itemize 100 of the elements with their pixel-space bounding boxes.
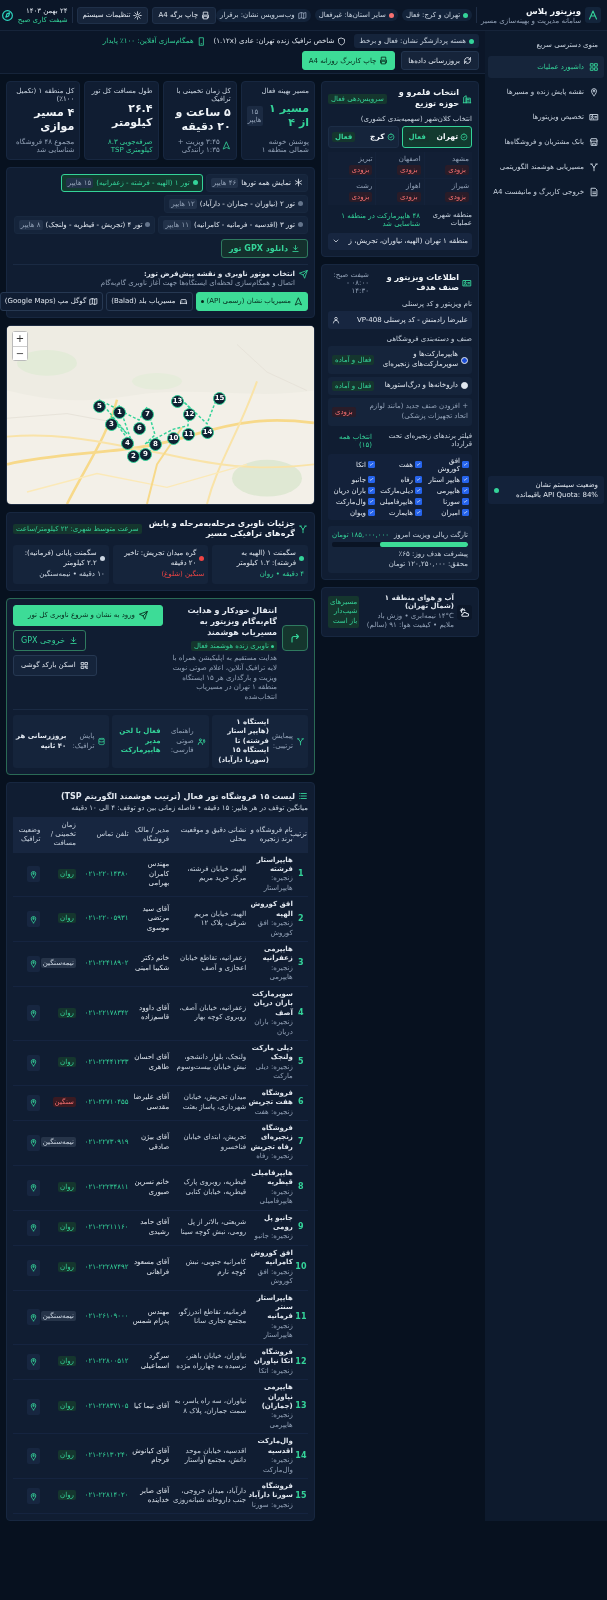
map-pin-button[interactable] [27, 1219, 41, 1236]
map-pin-button[interactable] [27, 866, 41, 883]
id-card-icon [589, 112, 599, 122]
checkbox[interactable] [462, 509, 469, 517]
rank-cell: 9 [293, 1210, 308, 1246]
pin-icon [29, 1138, 39, 1148]
checkbox[interactable] [415, 476, 422, 484]
compass-icon [0, 8, 14, 22]
pin-icon [29, 1008, 39, 1018]
checkbox[interactable] [368, 476, 375, 484]
voice-icon [196, 737, 206, 747]
send-icon [299, 269, 308, 279]
rank-cell: 5 [293, 1040, 308, 1086]
map-pin-button[interactable] [27, 1005, 41, 1022]
database-icon [97, 737, 107, 747]
checkbox[interactable] [415, 487, 422, 495]
pin-icon [29, 1263, 39, 1273]
checkbox[interactable] [462, 498, 469, 506]
document-icon [589, 187, 599, 197]
map-pin-button[interactable] [27, 1134, 41, 1151]
table-title: لیست ۱۵ فروشگاه تور فعال (ترتیب هوشمند الگوریتم TSP) [60, 791, 295, 801]
car-icon [178, 296, 188, 306]
grid-icon [589, 62, 599, 72]
rank-cell: 10 [293, 1245, 308, 1291]
pin-icon [29, 1312, 39, 1322]
download-icon [68, 635, 78, 645]
fork-icon [298, 524, 308, 535]
shield-icon [337, 36, 347, 46]
building-icon [462, 93, 472, 104]
status-dot [494, 487, 499, 493]
rank-cell: 8 [293, 1165, 308, 1210]
map-pin-button[interactable] [27, 1259, 41, 1276]
rank-cell: 4 [293, 986, 308, 1041]
pin-icon [589, 87, 599, 97]
sun-cloud-icon [457, 604, 472, 620]
app-title: ویزیتور پلاس [525, 5, 581, 16]
fork-icon [296, 737, 305, 747]
pin-icon [29, 1058, 39, 1068]
checkbox[interactable] [462, 461, 469, 469]
map-pin-button[interactable] [27, 1448, 41, 1465]
checkbox[interactable] [368, 461, 375, 469]
stat-value: ۴ مسیر موازی [32, 106, 75, 135]
rank-cell: 13 [293, 1379, 308, 1434]
stat-value: ۲۶.۴ کیلومتر [110, 102, 153, 131]
map-pin-button[interactable] [27, 1398, 41, 1415]
stat-value: ۵ ساعت و ۲۰ دقیقه [174, 106, 231, 135]
pin-icon [29, 1183, 39, 1193]
pin-icon [29, 1491, 39, 1501]
rank-cell: 2 [293, 896, 308, 942]
printer-icon [379, 56, 389, 65]
checkbox[interactable] [368, 509, 375, 517]
navigation-icon [294, 296, 303, 306]
pin-icon [29, 914, 39, 924]
checkbox[interactable] [462, 487, 469, 495]
rank-cell: 7 [293, 1120, 308, 1166]
asterisk-icon [294, 178, 303, 188]
store-icon [589, 137, 599, 147]
download-gpx-button[interactable]: دانلود GPX تور [220, 238, 308, 258]
navigation-title: انتقال خودکار و هدایت گام‌به‌گام ویزیتور به مسیریاب هوشمند [186, 604, 277, 639]
pin-icon [29, 1098, 39, 1108]
map-pin-button[interactable] [27, 1054, 41, 1071]
checkbox[interactable] [415, 498, 422, 506]
map-pin-button[interactable] [27, 1309, 41, 1326]
rank-cell: 12 [293, 1344, 308, 1380]
rank-cell: 11 [293, 1290, 308, 1345]
status-dot [469, 38, 474, 44]
download-icon [291, 243, 300, 253]
radio-button[interactable] [461, 382, 468, 390]
checkbox[interactable] [462, 476, 469, 484]
settings-icon [133, 10, 143, 20]
logo-icon [585, 7, 601, 23]
checkbox[interactable] [368, 487, 375, 495]
map-icon [297, 10, 307, 20]
map-pin-button[interactable] [27, 1094, 41, 1111]
radio-button[interactable] [461, 356, 468, 364]
checkbox[interactable] [415, 509, 422, 517]
rank-cell: 14 [293, 1433, 308, 1479]
id-card-icon [462, 278, 472, 289]
map-pin-button[interactable] [27, 1179, 41, 1196]
rank-cell: 15 [293, 1478, 308, 1514]
pin-icon [29, 1357, 39, 1367]
printer-icon [201, 10, 211, 20]
map-pin-button[interactable] [27, 911, 41, 928]
card-title: انتخاب قلمرو و حوزه توزیع [397, 88, 459, 110]
send-icon [139, 610, 148, 620]
gpx-export-button[interactable]: خروجی GPX [13, 629, 86, 651]
pin-icon [29, 1451, 39, 1461]
navigation-icon [221, 141, 231, 151]
map-pin-button[interactable] [27, 1353, 41, 1370]
fork-icon [589, 162, 599, 172]
card-title: اطلاعات ویزیتور و صنف هدف [385, 272, 459, 295]
qr-code-icon [79, 660, 89, 670]
stat-value: مسیر ۱ از ۴ [268, 102, 309, 131]
rank-cell: 6 [293, 1085, 308, 1121]
pin-icon [29, 869, 39, 879]
map-pin-button[interactable] [27, 1488, 41, 1505]
pin-icon [29, 959, 39, 969]
map-pin-button[interactable] [27, 955, 41, 972]
checkbox[interactable] [368, 498, 375, 506]
checkbox[interactable] [415, 461, 422, 469]
